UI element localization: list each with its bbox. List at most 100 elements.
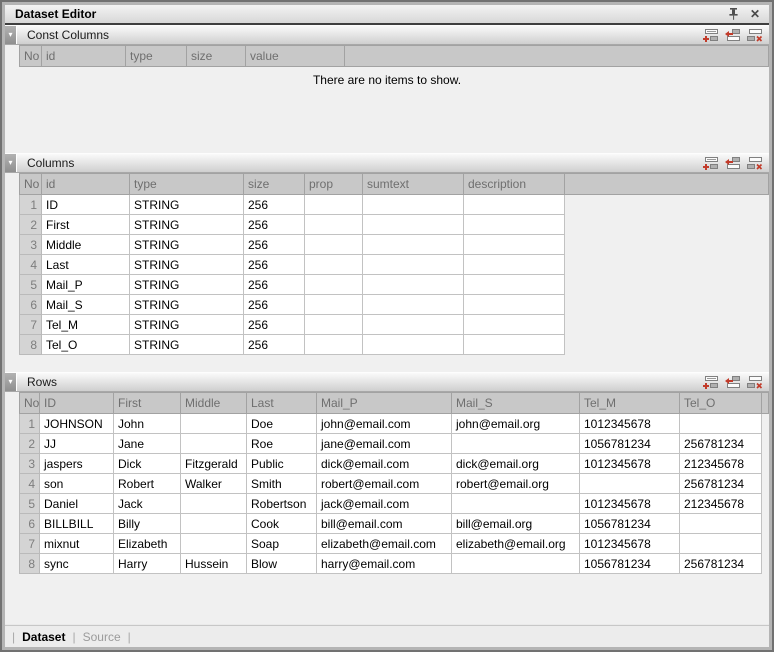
data-cell[interactable]: JOHNSON xyxy=(40,414,114,434)
table-row[interactable]: 6BILLBILLBillyCookbill@email.combill@ema… xyxy=(20,514,769,534)
data-cell[interactable]: 256781234 xyxy=(680,554,762,574)
table-row[interactable]: 4LastSTRING256 xyxy=(20,255,769,275)
tab-dataset[interactable]: Dataset xyxy=(22,630,65,644)
data-cell[interactable]: ID xyxy=(42,195,130,215)
add-row-button[interactable] xyxy=(702,156,719,170)
data-cell[interactable]: Smith xyxy=(247,474,317,494)
data-cell[interactable]: Middle xyxy=(42,235,130,255)
data-cell[interactable] xyxy=(305,295,363,315)
data-cell[interactable] xyxy=(452,494,580,514)
delete-row-button[interactable] xyxy=(746,28,763,42)
data-cell[interactable] xyxy=(181,494,247,514)
table-row[interactable]: 4sonRobertWalkerSmithrobert@email.comrob… xyxy=(20,474,769,494)
data-cell[interactable]: 212345678 xyxy=(680,454,762,474)
data-cell[interactable]: dick@email.org xyxy=(452,454,580,474)
data-cell[interactable] xyxy=(464,235,565,255)
data-cell[interactable] xyxy=(680,414,762,434)
row-number-cell[interactable]: 7 xyxy=(20,315,42,335)
data-cell[interactable] xyxy=(452,434,580,454)
data-cell[interactable] xyxy=(464,215,565,235)
table-row[interactable]: 5DanielJackRobertsonjack@email.com101234… xyxy=(20,494,769,514)
data-cell[interactable]: STRING xyxy=(130,295,244,315)
data-cell[interactable] xyxy=(452,554,580,574)
data-cell[interactable] xyxy=(363,275,464,295)
data-cell[interactable]: dick@email.com xyxy=(317,454,452,474)
insert-row-button[interactable] xyxy=(724,28,741,42)
table-row[interactable]: 3jaspersDickFitzgeraldPublicdick@email.c… xyxy=(20,454,769,474)
const-columns-collapse-button[interactable]: ▾ xyxy=(5,26,17,44)
row-number-cell[interactable]: 3 xyxy=(20,235,42,255)
data-cell[interactable]: 256 xyxy=(244,275,305,295)
data-cell[interactable] xyxy=(181,534,247,554)
data-cell[interactable]: 256781234 xyxy=(680,434,762,454)
row-number-cell[interactable]: 5 xyxy=(20,275,42,295)
data-cell[interactable]: jaspers xyxy=(40,454,114,474)
data-cell[interactable] xyxy=(181,434,247,454)
data-cell[interactable] xyxy=(464,295,565,315)
row-number-cell[interactable]: 4 xyxy=(20,474,40,494)
data-cell[interactable]: 1056781234 xyxy=(580,514,680,534)
data-cell[interactable]: 1012345678 xyxy=(580,534,680,554)
data-cell[interactable]: Walker xyxy=(181,474,247,494)
data-cell[interactable]: Last xyxy=(42,255,130,275)
data-cell[interactable] xyxy=(305,315,363,335)
data-cell[interactable]: STRING xyxy=(130,255,244,275)
data-cell[interactable] xyxy=(305,215,363,235)
data-cell[interactable]: Robert xyxy=(114,474,181,494)
data-cell[interactable]: Doe xyxy=(247,414,317,434)
table-row[interactable]: 8syncHarryHusseinBlowharry@email.com1056… xyxy=(20,554,769,574)
data-cell[interactable] xyxy=(181,414,247,434)
delete-row-button[interactable] xyxy=(746,156,763,170)
data-cell[interactable]: Blow xyxy=(247,554,317,574)
data-cell[interactable]: mixnut xyxy=(40,534,114,554)
data-cell[interactable]: 1012345678 xyxy=(580,414,680,434)
data-cell[interactable] xyxy=(363,215,464,235)
data-cell[interactable]: STRING xyxy=(130,335,244,355)
row-number-cell[interactable]: 4 xyxy=(20,255,42,275)
table-row[interactable]: 2JJJaneRoejane@email.com1056781234256781… xyxy=(20,434,769,454)
data-cell[interactable]: Tel_O xyxy=(42,335,130,355)
data-cell[interactable]: 256 xyxy=(244,335,305,355)
data-cell[interactable]: jack@email.com xyxy=(317,494,452,514)
table-row[interactable]: 1JOHNSONJohnDoejohn@email.comjohn@email.… xyxy=(20,414,769,434)
data-cell[interactable]: 212345678 xyxy=(680,494,762,514)
data-cell[interactable] xyxy=(680,514,762,534)
row-number-cell[interactable]: 5 xyxy=(20,494,40,514)
data-cell[interactable]: STRING xyxy=(130,235,244,255)
data-cell[interactable]: STRING xyxy=(130,215,244,235)
table-row[interactable]: 7Tel_MSTRING256 xyxy=(20,315,769,335)
data-cell[interactable]: Hussein xyxy=(181,554,247,574)
data-cell[interactable]: 1056781234 xyxy=(580,554,680,574)
data-cell[interactable]: 256 xyxy=(244,315,305,335)
data-cell[interactable] xyxy=(305,255,363,275)
data-cell[interactable]: Cook xyxy=(247,514,317,534)
add-row-button[interactable] xyxy=(702,375,719,389)
row-number-cell[interactable]: 2 xyxy=(20,434,40,454)
data-cell[interactable]: Mail_S xyxy=(42,295,130,315)
table-row[interactable]: 1IDSTRING256 xyxy=(20,195,769,215)
data-cell[interactable] xyxy=(464,195,565,215)
data-cell[interactable] xyxy=(464,335,565,355)
row-number-cell[interactable]: 6 xyxy=(20,514,40,534)
insert-row-button[interactable] xyxy=(724,156,741,170)
data-cell[interactable]: 256 xyxy=(244,195,305,215)
data-cell[interactable] xyxy=(363,295,464,315)
data-cell[interactable]: Roe xyxy=(247,434,317,454)
table-row[interactable]: 5Mail_PSTRING256 xyxy=(20,275,769,295)
pin-button[interactable] xyxy=(725,7,741,21)
data-cell[interactable] xyxy=(305,195,363,215)
data-cell[interactable]: Soap xyxy=(247,534,317,554)
data-cell[interactable]: john@email.com xyxy=(317,414,452,434)
data-cell[interactable]: jane@email.com xyxy=(317,434,452,454)
data-cell[interactable]: 256 xyxy=(244,255,305,275)
data-cell[interactable] xyxy=(363,195,464,215)
insert-row-button[interactable] xyxy=(724,375,741,389)
table-row[interactable]: 3MiddleSTRING256 xyxy=(20,235,769,255)
data-cell[interactable]: STRING xyxy=(130,275,244,295)
data-cell[interactable]: John xyxy=(114,414,181,434)
data-cell[interactable] xyxy=(181,514,247,534)
data-cell[interactable]: Billy xyxy=(114,514,181,534)
data-cell[interactable]: Elizabeth xyxy=(114,534,181,554)
columns-collapse-button[interactable]: ▾ xyxy=(5,154,17,172)
data-cell[interactable]: sync xyxy=(40,554,114,574)
